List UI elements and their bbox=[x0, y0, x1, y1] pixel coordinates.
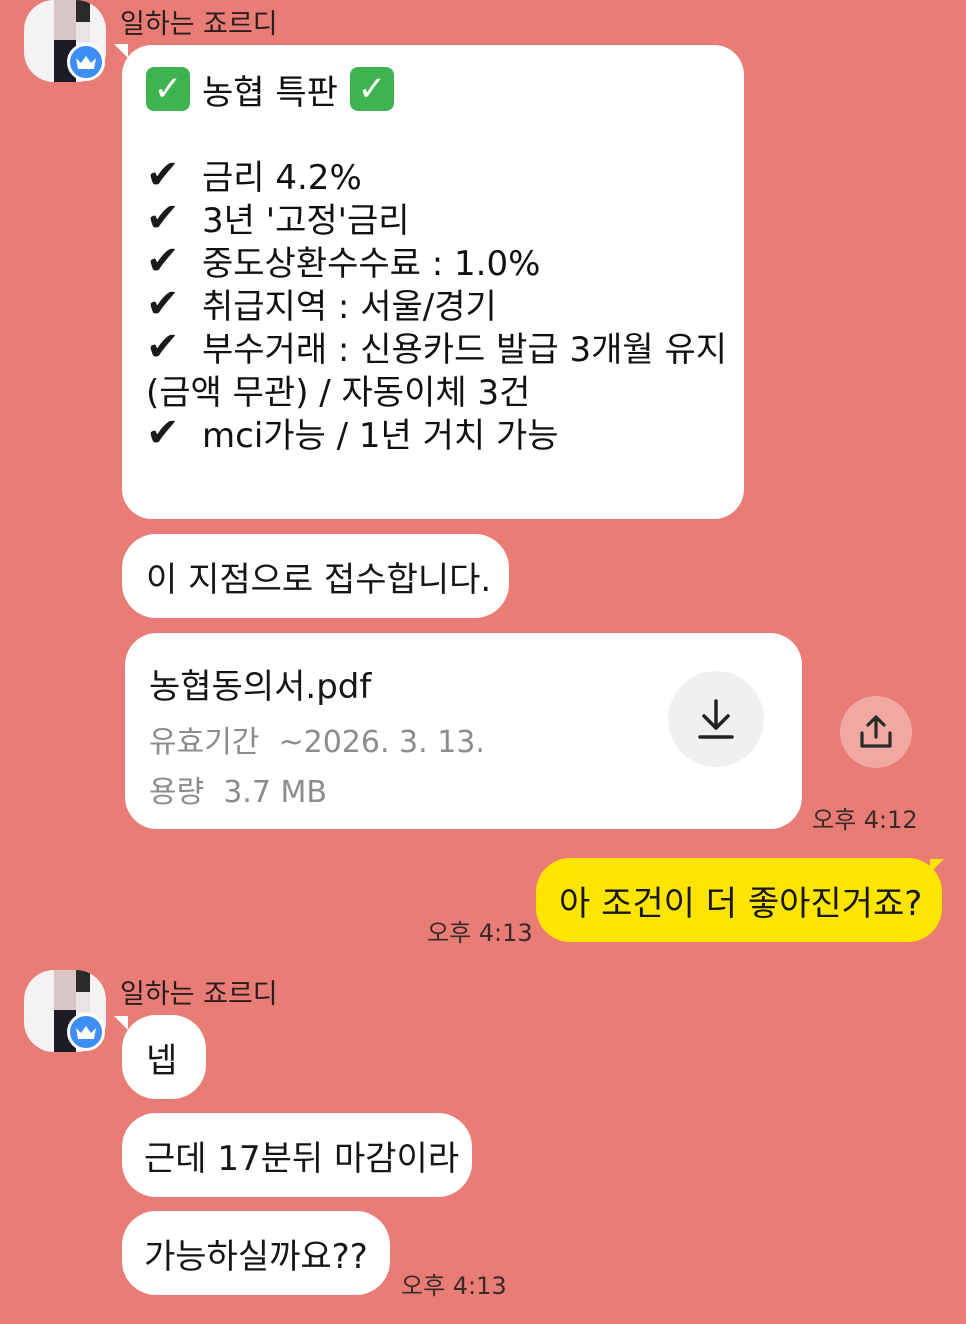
promo-lines: ✔ 금리 4.2% ✔ 3년 '고정'금리 ✔ 중도상환수수료 : 1.0% ✔ 취급지역 :… bbox=[146, 151, 744, 457]
file-message-bubble[interactable]: 농협동의서.pdf 유효기간 ~2026. 3. 13. 용량 3.7 MB bbox=[125, 633, 802, 829]
expiry-label: 유효기간 bbox=[149, 725, 260, 760]
checkmark-icon: ✔ bbox=[146, 194, 180, 241]
file-name: 농협동의서.pdf bbox=[149, 667, 372, 707]
sender-name: 일하는 죠르디 bbox=[120, 9, 278, 40]
promo-line-text: 부수거래 : 신용카드 발급 3개월 유지 bbox=[202, 330, 728, 370]
promo-message-bubble[interactable]: ✓ 농협 특판 ✓ ✔ 금리 4.2% ✔ 3년 '고정'금리 ✔ 중도상환수수료 : 1… bbox=[122, 45, 744, 519]
message-bubble[interactable]: 근데 17분뒤 마감이라 bbox=[122, 1113, 472, 1197]
promo-line-text: (금액 무관) / 자동이체 3건 bbox=[146, 373, 531, 413]
promo-line: ✔ 중도상환수수료 : 1.0% bbox=[146, 237, 744, 285]
promo-line-text: 금리 4.2% bbox=[202, 158, 362, 198]
file-expiry: 유효기간 ~2026. 3. 13. bbox=[149, 717, 485, 761]
message-bubble[interactable]: 가능하실까요?? bbox=[122, 1211, 390, 1295]
message-text: 근데 17분뒤 마감이라 bbox=[144, 1138, 460, 1179]
promo-line: ✔ mci가능 / 1년 거치 가능 bbox=[146, 409, 744, 457]
download-button[interactable] bbox=[668, 671, 764, 767]
share-icon bbox=[860, 715, 892, 748]
promo-line: ✔ 3년 '고정'금리 bbox=[146, 194, 744, 242]
message-bubble[interactable]: 넵 bbox=[122, 1015, 206, 1099]
message-text: 가능하실까요?? bbox=[144, 1236, 368, 1277]
sender-name: 일하는 죠르디 bbox=[120, 979, 278, 1010]
message-time: 오후 4:13 bbox=[401, 1272, 507, 1300]
message-time: 오후 4:12 bbox=[812, 806, 918, 834]
promo-title-row: ✓ 농협 특판 ✓ bbox=[146, 65, 744, 113]
promo-line: ✔ 금리 4.2% bbox=[146, 151, 744, 199]
bubble-tail bbox=[114, 44, 128, 58]
checkmark-icon: ✔ bbox=[146, 237, 180, 284]
checkmark-icon: ✔ bbox=[146, 280, 180, 327]
branch-message-bubble[interactable]: 이 지점으로 접수합니다. bbox=[122, 534, 509, 618]
promo-line: ✔ 취급지역 : 서울/경기 bbox=[146, 280, 744, 328]
message-time: 오후 4:13 bbox=[427, 919, 533, 947]
promo-line-text: 중도상환수수료 : 1.0% bbox=[202, 244, 541, 284]
checkmark-icon: ✔ bbox=[146, 151, 180, 198]
size-label: 용량 bbox=[149, 775, 205, 810]
bubble-tail bbox=[114, 1016, 128, 1030]
check-box-icon: ✓ bbox=[349, 67, 394, 111]
promo-line-text: 3년 '고정'금리 bbox=[202, 201, 410, 241]
crown-badge-icon bbox=[67, 43, 105, 81]
my-message-bubble[interactable]: 아 조건이 더 좋아진거죠? bbox=[536, 858, 942, 942]
share-button[interactable] bbox=[840, 696, 912, 768]
message-text: 넵 bbox=[146, 1040, 178, 1081]
checkmark-icon: ✔ bbox=[146, 323, 180, 370]
download-icon bbox=[698, 699, 734, 739]
message-text: 아 조건이 더 좋아진거죠? bbox=[559, 883, 923, 924]
expiry-value: ~2026. 3. 13. bbox=[278, 725, 485, 760]
check-box-icon: ✓ bbox=[146, 67, 190, 111]
promo-line-text: 취급지역 : 서울/경기 bbox=[202, 287, 497, 327]
file-size: 용량 3.7 MB bbox=[149, 767, 327, 811]
size-value: 3.7 MB bbox=[223, 775, 327, 810]
promo-title: 농협 특판 bbox=[202, 72, 338, 113]
checkmark-icon: ✔ bbox=[146, 409, 180, 456]
crown-badge-icon bbox=[67, 1013, 105, 1051]
promo-line: ✔ 부수거래 : 신용카드 발급 3개월 유지 bbox=[146, 323, 744, 371]
promo-line-text: mci가능 / 1년 거치 가능 bbox=[202, 416, 559, 456]
promo-line: (금액 무관) / 자동이체 3건 bbox=[146, 368, 744, 413]
message-text: 이 지점으로 접수합니다. bbox=[146, 559, 492, 600]
